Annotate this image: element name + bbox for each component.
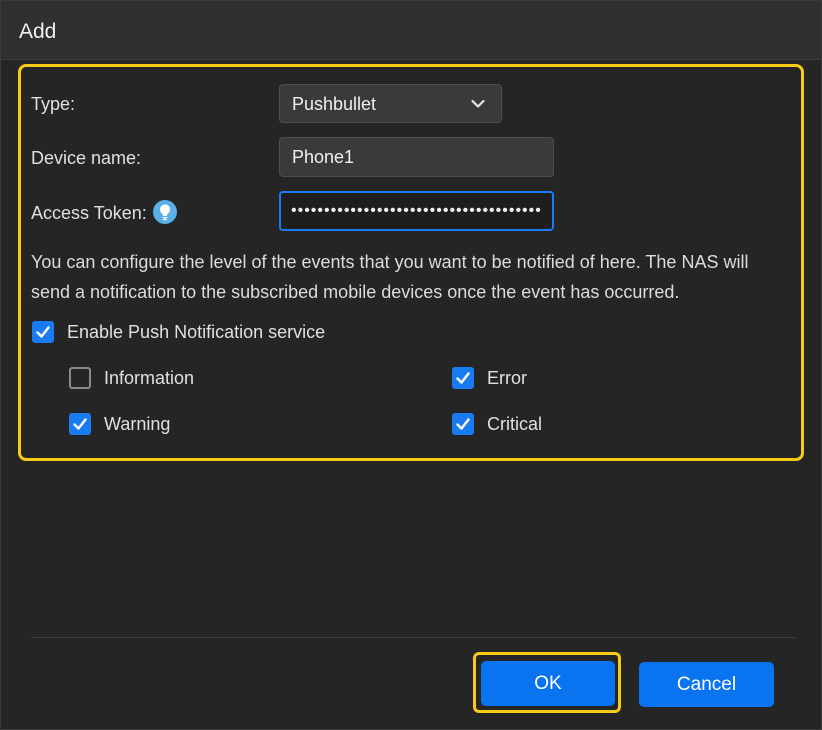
check-icon — [456, 418, 470, 430]
information-checkbox[interactable] — [69, 367, 91, 389]
check-icon — [456, 372, 470, 384]
enable-push-checkbox[interactable] — [32, 321, 54, 343]
lightbulb-icon[interactable] — [152, 199, 178, 225]
notification-description: You can configure the level of the event… — [31, 252, 749, 302]
dialog-titlebar: Add — [1, 1, 821, 60]
dialog-title: Add — [19, 20, 57, 43]
chevron-down-icon — [471, 99, 485, 108]
access-token-label: Access Token: — [31, 203, 147, 223]
information-label[interactable]: Information — [104, 368, 194, 389]
type-label: Type: — [31, 94, 76, 114]
type-select-value: Pushbullet — [292, 94, 377, 114]
warning-label[interactable]: Warning — [104, 414, 170, 435]
critical-checkbox[interactable] — [452, 413, 474, 435]
type-select[interactable]: Pushbullet — [279, 84, 502, 123]
device-name-label: Device name: — [31, 148, 142, 168]
cancel-button[interactable]: Cancel — [639, 662, 774, 707]
add-dialog: Add Type: Pushbullet Device name: Access… — [0, 0, 822, 730]
ok-button[interactable]: OK — [481, 661, 615, 706]
critical-label[interactable]: Critical — [487, 414, 542, 435]
footer-divider — [31, 637, 796, 638]
warning-checkbox[interactable] — [69, 413, 91, 435]
check-icon — [73, 418, 87, 430]
error-label[interactable]: Error — [487, 368, 527, 389]
enable-push-label[interactable]: Enable Push Notification service — [67, 322, 325, 343]
check-icon — [36, 326, 50, 338]
error-checkbox[interactable] — [452, 367, 474, 389]
device-name-input[interactable] — [279, 137, 554, 177]
access-token-input[interactable] — [279, 191, 554, 231]
